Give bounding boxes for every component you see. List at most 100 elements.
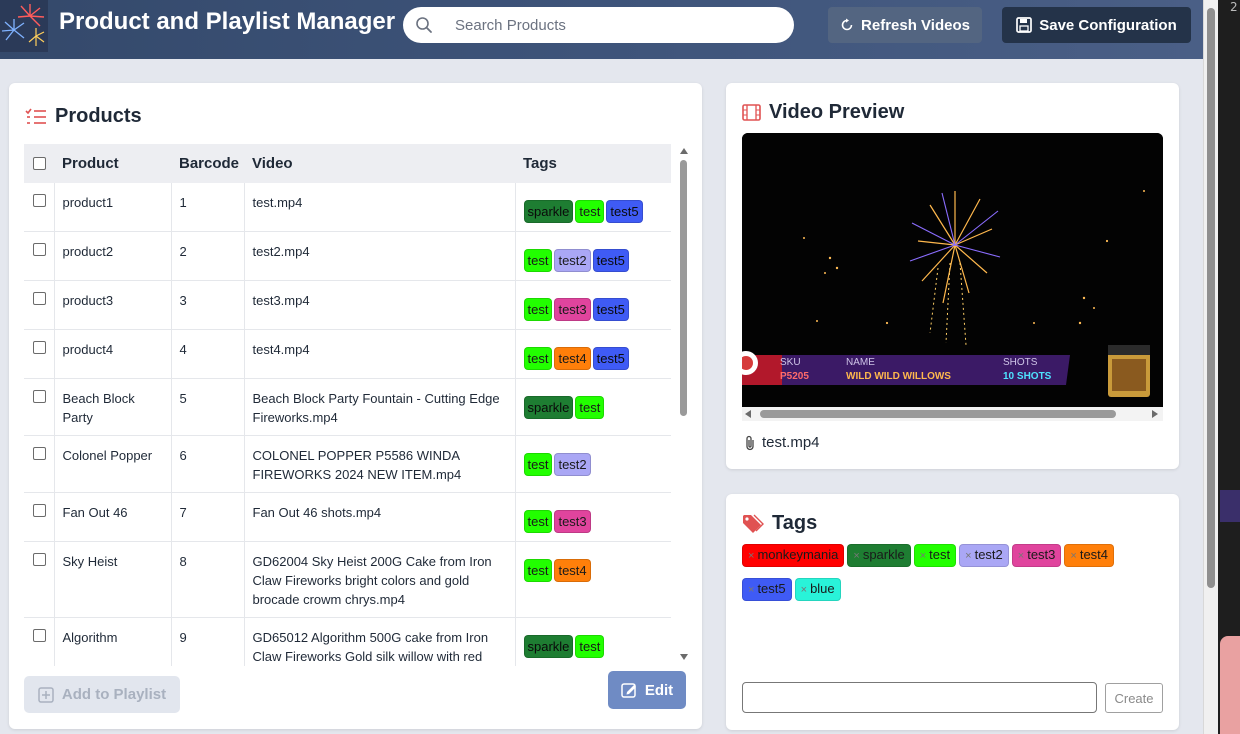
save-configuration-button[interactable]: Save Configuration [1002, 7, 1191, 43]
table-row[interactable]: Sky Heist 8 GD62004 Sky Heist 200G Cake fr… [24, 541, 671, 618]
tag-badge: test5 [606, 200, 643, 223]
cell-tags: test test3 [515, 493, 671, 542]
row-checkbox[interactable] [33, 390, 46, 403]
overlay-name-value: WILD WILD WILLOWS [846, 371, 951, 382]
tag-chip[interactable]: × test4 [1064, 544, 1115, 567]
page-scrollbar-thumb[interactable] [1207, 8, 1215, 588]
cell-video: test4.mp4 [244, 329, 516, 379]
tag-badge: test [523, 453, 553, 476]
tag-chip[interactable]: × test5 [742, 578, 792, 601]
video-player[interactable]: SKU P5205 NAME WILD WILD WILLOWS SHOTS 1… [742, 133, 1163, 407]
tag-badge: test [575, 200, 605, 223]
app-header: Product and Playlist Manager Refresh Vid… [0, 0, 1203, 59]
video-preview-panel: Video Preview SKU P5205 NAME WILD WILD W… [726, 83, 1179, 469]
table-header-row: Product Barcode Video Tags [24, 144, 671, 183]
remove-tag-icon[interactable]: × [965, 550, 971, 562]
products-table-container: Product Barcode Video Tags product1 1 test… [24, 144, 671, 666]
cell-video: test2.mp4 [244, 231, 516, 281]
tag-badge: test [523, 559, 553, 582]
remove-tag-icon[interactable]: × [853, 550, 859, 562]
column-header-video[interactable]: Video [244, 144, 515, 183]
cell-barcode: 4 [171, 329, 245, 379]
create-tag-button[interactable]: Create [1105, 683, 1163, 713]
table-row[interactable]: Colonel Popper 6 COLONEL POPPER P5586 WIND… [24, 435, 671, 493]
row-checkbox[interactable] [33, 243, 46, 256]
tag-chip[interactable]: × test [913, 544, 957, 567]
tag-badge: test2 [554, 249, 591, 272]
search-input[interactable] [455, 13, 775, 37]
remove-tag-icon[interactable]: × [1018, 550, 1024, 562]
column-header-tags[interactable]: Tags [515, 144, 671, 183]
cell-video: test.mp4 [244, 183, 516, 232]
tag-chip-label: test [929, 547, 951, 562]
tag-chip[interactable]: × monkeymania [742, 544, 845, 567]
overlay-name-label: NAME [846, 357, 875, 368]
edit-label: Edit [644, 681, 674, 699]
table-row[interactable]: product1 1 test.mp4 sparkle test test5 [24, 183, 671, 232]
save-configuration-label: Save Configuration [1039, 16, 1177, 34]
table-row[interactable]: Fan Out 46 7 Fan Out 46 shots.mp4 test test3 [24, 492, 671, 542]
table-scrollbar[interactable] [679, 144, 689, 666]
page-scrollbar[interactable] [1203, 0, 1218, 734]
search-icon [416, 17, 432, 33]
remove-tag-icon[interactable]: × [801, 584, 807, 596]
column-header-barcode[interactable]: Barcode [171, 144, 244, 183]
search-box[interactable] [403, 7, 794, 43]
products-title: Products [55, 105, 142, 127]
video-horizontal-scrollbar[interactable] [742, 407, 1163, 421]
tags-panel-title: Tags [772, 512, 818, 534]
cell-barcode: 5 [171, 378, 245, 436]
cell-tags: sparkle test [515, 618, 671, 667]
products-table: Product Barcode Video Tags product1 1 test… [24, 144, 671, 666]
column-header-product[interactable]: Product [54, 144, 171, 183]
edit-button[interactable]: Edit [608, 671, 686, 709]
row-checkbox[interactable] [33, 341, 46, 354]
cell-video: Beach Block Party Fountain - Cutting Edg… [244, 378, 516, 436]
scroll-right-arrow-icon[interactable] [1152, 410, 1158, 418]
scroll-down-arrow-icon[interactable] [680, 654, 688, 660]
table-row[interactable]: product4 4 test4.mp4 test test4 test5 [24, 329, 671, 379]
refresh-videos-button[interactable]: Refresh Videos [828, 7, 982, 43]
row-checkbox[interactable] [33, 629, 46, 642]
products-title-row: Products [25, 105, 142, 128]
table-row[interactable]: product3 3 test3.mp4 test test3 test5 [24, 280, 671, 330]
remove-tag-icon[interactable]: × [920, 550, 926, 562]
overlay-shots-value: 10 SHOTS [1003, 371, 1052, 382]
tag-chip[interactable]: × test2 [959, 544, 1009, 567]
scroll-up-arrow-icon[interactable] [680, 148, 688, 154]
video-title-row: Video Preview [742, 101, 904, 124]
new-tag-input[interactable] [742, 682, 1097, 713]
video-scrollbar-thumb[interactable] [760, 410, 1116, 418]
tag-chip[interactable]: × sparkle [847, 544, 911, 567]
scroll-left-arrow-icon[interactable] [745, 410, 751, 418]
table-row[interactable]: Beach Block Party 5 Beach Block Party Foun… [24, 378, 671, 436]
adjacent-window-shape [1220, 636, 1240, 734]
tag-chip[interactable]: × blue [794, 578, 841, 601]
remove-tag-icon[interactable]: × [748, 584, 754, 596]
cell-barcode: 7 [171, 492, 245, 542]
remove-tag-icon[interactable]: × [1070, 550, 1076, 562]
table-scrollbar-thumb[interactable] [680, 160, 687, 416]
row-checkbox[interactable] [33, 194, 46, 207]
row-checkbox[interactable] [33, 447, 46, 460]
remove-tag-icon[interactable]: × [748, 550, 754, 562]
row-checkbox[interactable] [33, 553, 46, 566]
app-title: Product and Playlist Manager [59, 8, 396, 35]
cell-product: Sky Heist [54, 541, 172, 618]
add-to-playlist-button[interactable]: Add to Playlist [24, 676, 180, 713]
tag-list: × monkeymania × sparkle × test × test2 × test3 × te… [742, 544, 1162, 612]
row-checkbox[interactable] [33, 504, 46, 517]
table-row[interactable]: Algorithm 9 GD65012 Algorithm 500G cake fr… [24, 617, 671, 667]
cell-product: Algorithm [54, 617, 172, 666]
tag-badge: sparkle [523, 635, 574, 658]
edit-icon [621, 683, 636, 698]
cell-tags: test test3 test5 [515, 281, 671, 330]
tag-chip[interactable]: × test3 [1011, 544, 1062, 567]
table-row[interactable]: product2 2 test2.mp4 test test2 test5 [24, 231, 671, 281]
select-all-checkbox[interactable] [33, 157, 46, 170]
cell-tags: test test4 test5 [515, 330, 671, 379]
cell-product: product4 [54, 329, 172, 379]
row-checkbox[interactable] [33, 292, 46, 305]
cell-product: product3 [54, 280, 172, 330]
tag-chip-label: test2 [974, 547, 1003, 562]
